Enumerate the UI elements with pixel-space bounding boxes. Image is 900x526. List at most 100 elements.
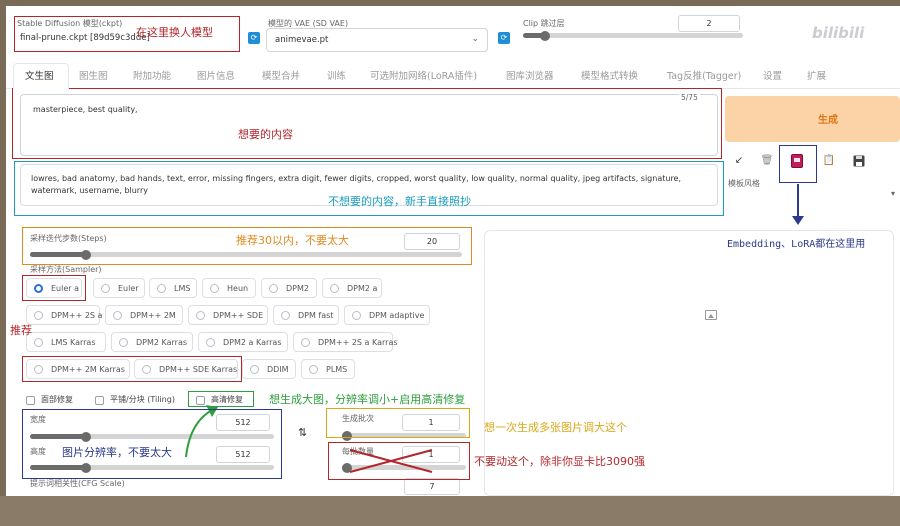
generate-button[interactable]: 生成 xyxy=(725,96,900,142)
sampler-option-ddim[interactable]: DDIM xyxy=(242,359,296,379)
annotation-cross-icon xyxy=(349,449,433,473)
cfg-scale-input[interactable]: 7 xyxy=(404,478,460,495)
annotation-recommend: 推荐 xyxy=(10,324,32,337)
read-params-icon[interactable]: ↙ xyxy=(728,150,750,172)
sampler-option-label: DPM++ 2S a xyxy=(51,311,103,320)
annotation-size-tip: 图片分辨率，不要太大 xyxy=(62,446,172,459)
annotation-batchsize-tip: 不要动这个，除非你显卡比3090强 xyxy=(474,455,645,468)
tab-additional-networks[interactable]: 可选附加网络(LoRA插件) xyxy=(370,68,477,82)
sampler-option-label: DPM adaptive xyxy=(369,311,425,320)
sampler-option-lms[interactable]: LMS xyxy=(149,278,197,298)
checkpoint-refresh-icon[interactable]: ⟳ xyxy=(248,32,260,44)
tab-image-browser[interactable]: 图库浏览器 xyxy=(506,68,554,82)
tab-png-info[interactable]: 图片信息 xyxy=(197,68,235,82)
sampler-option-dpm2-a[interactable]: DPM2 a xyxy=(322,278,382,298)
sampler-option-label: DPM2 Karras xyxy=(136,338,188,347)
tiling-label: 平铺/分块 (Tiling) xyxy=(110,395,175,404)
annotation-unwanted: 不想要的内容，新手直接照抄 xyxy=(328,195,471,208)
annotation-embedding: Embedding、LoRA都在这里用 xyxy=(727,239,866,250)
restore-faces-label: 面部修复 xyxy=(41,395,73,404)
sampler-option-label: LMS Karras xyxy=(51,338,96,347)
clip-slider[interactable] xyxy=(523,30,743,41)
annotation-box-batch-count xyxy=(326,408,470,438)
tab-model-converter[interactable]: 模型格式转换 xyxy=(581,68,638,82)
tab-train[interactable]: 训练 xyxy=(327,68,346,82)
tab-extensions[interactable]: 扩展 xyxy=(807,68,826,82)
trash-icon[interactable]: 🗑 xyxy=(756,150,778,172)
webui-app: Stable Diffusion 模型(ckpt) final-prune.ck… xyxy=(6,6,900,496)
chevron-down-icon: ⌄ xyxy=(471,34,479,44)
annotation-box-karras xyxy=(22,356,242,382)
radio-dot xyxy=(210,284,219,293)
vae-refresh-icon[interactable]: ⟳ xyxy=(498,32,510,44)
radio-dot xyxy=(34,338,43,347)
radio-dot xyxy=(281,311,290,320)
radio-dot xyxy=(196,311,205,320)
tab-extras[interactable]: 附加功能 xyxy=(133,68,171,82)
annotation-box-prompt xyxy=(12,88,722,159)
sampler-option-label: Heun xyxy=(227,284,249,293)
radio-dot xyxy=(157,284,166,293)
tab-img2img[interactable]: 图生图 xyxy=(79,68,108,82)
sampler-option-dpm2-karras[interactable]: DPM2 Karras xyxy=(111,332,193,352)
radio-dot xyxy=(34,311,43,320)
sampler-option-dpm-adaptive[interactable]: DPM adaptive xyxy=(344,305,430,325)
annotation-arrow-shaft xyxy=(797,184,799,218)
tab-settings[interactable]: 设置 xyxy=(763,68,782,82)
sampler-option-dpmpp-2s-a[interactable]: DPM++ 2S a xyxy=(26,305,103,325)
screenshot: Stable Diffusion 模型(ckpt) final-prune.ck… xyxy=(0,0,900,526)
sampler-option-dpm2[interactable]: DPM2 xyxy=(261,278,317,298)
sampler-label: 采样方法(Sampler) xyxy=(30,265,102,274)
sampler-option-plms[interactable]: PLMS xyxy=(301,359,355,379)
radio-dot xyxy=(309,365,318,374)
clip-label: Clip 跳过层 xyxy=(523,19,565,28)
annotation-box-extra-networks xyxy=(779,145,817,183)
sampler-option-label: DPM fast xyxy=(298,311,334,320)
clipboard-icon[interactable]: 📋 xyxy=(818,150,840,172)
annotation-batch-tip: 想一次生成多张图片调大这个 xyxy=(484,421,627,434)
radio-dot xyxy=(269,284,278,293)
annotation-model: 在这里换人模型 xyxy=(136,26,213,39)
annotation-hires-tip: 想生成大图，分辨率调小+启用高清修复 xyxy=(269,393,466,406)
radio-dot xyxy=(119,338,128,347)
sampler-option-label: PLMS xyxy=(326,365,348,374)
vae-value: animevae.pt xyxy=(275,35,329,45)
annotation-arrow-head-icon xyxy=(792,216,804,225)
bottom-strip xyxy=(0,496,900,526)
sampler-option-label: DPM2 a xyxy=(347,284,378,293)
cfg-scale-label: 提示词相关性(CFG Scale) xyxy=(30,479,125,488)
tab-checkpoint-merger[interactable]: 模型合并 xyxy=(262,68,300,82)
tab-txt2img[interactable]: 文生图 xyxy=(25,68,54,82)
sampler-option-dpmpp-2s-a-karras[interactable]: DPM++ 2S a Karras xyxy=(293,332,398,352)
save-style-icon[interactable] xyxy=(848,150,870,172)
style-dropdown-chevron-icon[interactable]: ▾ xyxy=(891,189,895,198)
radio-dot xyxy=(330,284,339,293)
sampler-option-label: DPM2 a Karras xyxy=(223,338,282,347)
vae-select[interactable]: animevae.pt ⌄ xyxy=(266,28,488,52)
tiling-checkbox[interactable] xyxy=(95,396,104,405)
tab-tagger[interactable]: Tag反推(Tagger) xyxy=(667,68,741,82)
sampler-option-heun[interactable]: Heun xyxy=(202,278,256,298)
clip-value-input[interactable]: 2 xyxy=(678,15,740,32)
clip-slider-handle[interactable] xyxy=(540,30,550,41)
style-label: 模板风格 xyxy=(728,179,760,188)
sampler-option-label: DPM++ 2S a Karras xyxy=(318,338,398,347)
sampler-option-dpm2-a-karras[interactable]: DPM2 a Karras xyxy=(198,332,288,352)
annotation-box-euler-a xyxy=(22,275,86,301)
floppy-icon xyxy=(853,155,865,167)
restore-faces-checkbox[interactable] xyxy=(26,396,35,405)
swap-dimensions-icon[interactable]: ⇅ xyxy=(298,426,307,439)
sampler-option-dpmpp-2m[interactable]: DPM++ 2M xyxy=(105,305,183,325)
sampler-option-label: Euler xyxy=(118,284,139,293)
sampler-option-euler[interactable]: Euler xyxy=(93,278,145,298)
radio-dot xyxy=(206,338,215,347)
sampler-option-label: DDIM xyxy=(267,365,289,374)
sampler-option-label: DPM++ 2M xyxy=(130,311,176,320)
sampler-option-dpmpp-sde[interactable]: DPM++ SDE xyxy=(188,305,268,325)
sampler-option-dpm-fast[interactable]: DPM fast xyxy=(273,305,339,325)
sampler-option-lms-karras[interactable]: LMS Karras xyxy=(26,332,106,352)
annotation-steps-tip: 推荐30以内，不要太大 xyxy=(236,234,349,247)
radio-dot xyxy=(101,284,110,293)
image-placeholder-icon xyxy=(705,310,717,320)
radio-dot xyxy=(301,338,310,347)
